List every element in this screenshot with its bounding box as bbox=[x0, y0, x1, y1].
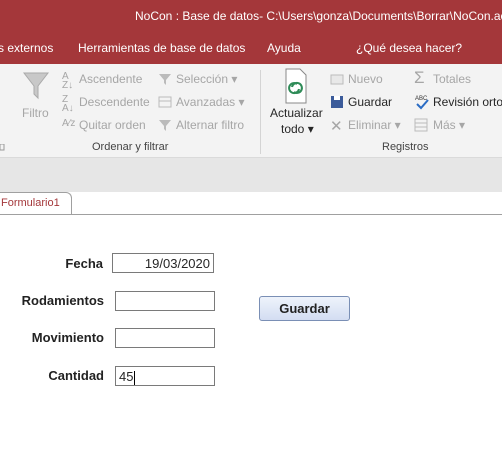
rodamientos-label: Rodamientos bbox=[21, 293, 104, 308]
more-icon bbox=[414, 118, 428, 132]
remove-sort-icon: A⁄z bbox=[62, 118, 76, 129]
title-bar: NoCon : Base de datos- C:\Users\gonza\Do… bbox=[0, 0, 502, 32]
records-group-label: Registros bbox=[382, 141, 429, 153]
new-button[interactable]: Nuevo bbox=[348, 72, 383, 86]
fecha-field[interactable]: 19/03/2020 bbox=[112, 253, 214, 273]
cantidad-value: 45 bbox=[119, 369, 134, 384]
menu-external-data[interactable]: s externos bbox=[0, 41, 53, 55]
toggle-filter-icon bbox=[159, 120, 171, 131]
ribbon: Filtro A Z↓ Ascendente Z A↓ Descendente A⁄… bbox=[0, 64, 502, 158]
workspace-band bbox=[0, 158, 502, 192]
delete-icon: ✕ bbox=[330, 118, 343, 135]
group-launcher-icon bbox=[0, 144, 5, 151]
selection-button[interactable]: Selección ▾ bbox=[176, 72, 237, 86]
remove-sort-button[interactable]: Quitar orden bbox=[79, 118, 146, 132]
movimiento-field[interactable] bbox=[115, 328, 215, 348]
document-tab-formulario1[interactable]: Formulario1 bbox=[0, 192, 72, 215]
selection-filter-icon bbox=[159, 74, 171, 85]
totals-icon: Σ bbox=[414, 68, 425, 87]
menu-database-tools[interactable]: Herramientas de base de datos bbox=[78, 41, 245, 55]
advanced-button[interactable]: Avanzadas ▾ bbox=[176, 95, 245, 109]
filter-icon bbox=[22, 72, 50, 100]
text-caret bbox=[134, 370, 136, 385]
menu-bar: s externos Herramientas de base de datos… bbox=[0, 32, 502, 88]
refresh-all-icon bbox=[285, 68, 307, 104]
filter-button[interactable]: Filtro bbox=[22, 106, 49, 120]
save-ribbon-button[interactable]: Guardar bbox=[348, 95, 392, 109]
save-icon bbox=[331, 96, 343, 108]
cantidad-label: Cantidad bbox=[48, 368, 104, 383]
delete-button[interactable]: Eliminar ▾ bbox=[348, 118, 401, 132]
refresh-all-dropdown[interactable]: todo ▾ bbox=[281, 122, 314, 136]
tab-divider bbox=[0, 214, 502, 215]
toggle-filter-button[interactable]: Alternar filtro bbox=[176, 118, 244, 132]
fecha-label: Fecha bbox=[65, 256, 103, 271]
tell-me-search[interactable]: ¿Qué desea hacer? bbox=[356, 41, 462, 55]
new-record-icon bbox=[330, 74, 344, 85]
sort-descending-icon: Z A↓ bbox=[62, 94, 74, 114]
spelling-button[interactable]: Revisión orto bbox=[433, 95, 502, 109]
guardar-button[interactable]: Guardar bbox=[259, 296, 350, 321]
sort-ascending-icon: A Z↓ bbox=[62, 71, 74, 91]
ascending-button[interactable]: Ascendente bbox=[79, 72, 142, 86]
rodamientos-field[interactable] bbox=[115, 291, 215, 311]
spelling-icon: ABC bbox=[415, 96, 429, 110]
sort-filter-group-label: Ordenar y filtrar bbox=[92, 141, 169, 153]
advanced-filter-icon bbox=[158, 96, 172, 108]
descending-button[interactable]: Descendente bbox=[79, 95, 150, 109]
window-title: NoCon : Base de datos- C:\Users\gonza\Do… bbox=[135, 9, 502, 23]
ribbon-separator bbox=[260, 70, 261, 154]
more-button[interactable]: Más ▾ bbox=[433, 118, 465, 132]
movimiento-label: Movimiento bbox=[31, 330, 104, 345]
totals-button[interactable]: Totales bbox=[433, 72, 471, 86]
menu-help[interactable]: Ayuda bbox=[267, 41, 301, 55]
document-tab-label: Formulario1 bbox=[1, 197, 60, 209]
refresh-all-button[interactable]: Actualizar bbox=[270, 106, 323, 120]
cantidad-field[interactable]: 45 bbox=[115, 366, 215, 386]
